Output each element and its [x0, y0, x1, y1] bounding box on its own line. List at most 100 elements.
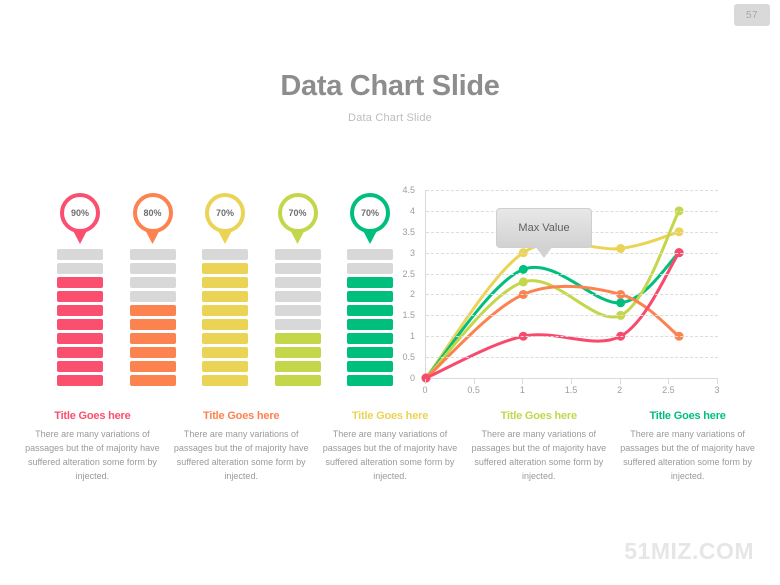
- segment-empty: [274, 249, 321, 260]
- caption-title: Title Goes here: [54, 410, 131, 422]
- y-axis-tick-label: 3.5: [402, 226, 415, 237]
- segment-filled: [274, 333, 321, 344]
- x-axis-tick-label: 1.5: [564, 385, 578, 395]
- y-axis-tick-label: 3: [409, 247, 415, 258]
- bar-meter-column: 80%: [128, 193, 178, 403]
- segment-filled: [347, 375, 393, 386]
- caption-body: There are many variations of passages bu…: [471, 429, 607, 481]
- line-chart: 0 0.5 1 1.5 2 2.5 3 3.5 4 4.5 Max Value 0 0.5 1 1.5 2…: [395, 185, 725, 400]
- chart-data-point[interactable]: [616, 243, 626, 253]
- y-axis-tick-label: 2.5: [402, 268, 415, 279]
- segment-empty: [129, 277, 176, 288]
- percentage-pin-marker: 90%: [58, 193, 102, 245]
- segment-filled: [202, 305, 248, 316]
- caption-item: Title Goes here There are many variations…: [613, 410, 762, 484]
- caption-item: Title Goes here There are many variations…: [18, 410, 167, 484]
- segment-filled: [129, 319, 176, 330]
- segment-filled: [57, 319, 103, 330]
- x-axis-tick-label: 2.5: [662, 385, 675, 395]
- segment-filled: [202, 263, 248, 274]
- caption-group: Title Goes here There are many variations…: [18, 410, 762, 484]
- segment-stack: [347, 249, 393, 386]
- chart-gridline: [426, 336, 718, 338]
- segment-filled: [57, 361, 103, 372]
- pin-percentage-label: 80%: [132, 193, 173, 233]
- max-value-tooltip-label: Max Value: [518, 222, 570, 234]
- segment-empty: [57, 249, 103, 260]
- y-axis-tick-label: 4.5: [402, 185, 415, 195]
- segment-filled: [57, 347, 103, 358]
- segment-filled: [347, 277, 393, 288]
- segment-filled: [129, 361, 176, 372]
- segment-filled: [202, 375, 248, 386]
- watermark: 51MIZ.COM: [624, 538, 754, 564]
- segment-empty: [274, 291, 321, 302]
- segment-filled: [57, 375, 103, 386]
- segment-empty: [129, 263, 176, 274]
- chart-data-point[interactable]: [518, 264, 528, 274]
- page-title: Data Chart Slide: [280, 70, 500, 102]
- chart-data-point[interactable]: [421, 373, 431, 383]
- caption-item: Title Goes here There are many variations…: [464, 410, 613, 484]
- segment-filled: [57, 333, 103, 344]
- chart-y-axis: 0 0.5 1 1.5 2 2.5 3 3.5 4 4.5: [395, 185, 419, 383]
- segment-filled: [202, 291, 248, 302]
- segment-filled: [129, 305, 176, 316]
- bar-meter-group: 90% 80% 70% 70% 70%: [55, 193, 395, 403]
- bar-meter-column: 70%: [200, 193, 250, 403]
- segment-filled: [347, 305, 393, 316]
- x-axis-tick-mark: [717, 379, 718, 384]
- segment-empty: [274, 263, 321, 274]
- segment-empty: [202, 249, 248, 260]
- x-axis-tick-label: 1: [519, 385, 525, 395]
- percentage-pin-marker: 70%: [348, 193, 392, 245]
- segment-filled: [274, 361, 321, 372]
- segment-empty: [129, 249, 176, 260]
- segment-empty: [347, 249, 393, 260]
- pin-percentage-label: 70%: [277, 193, 318, 233]
- segment-empty: [274, 277, 321, 288]
- x-axis-tick-label: 2: [617, 385, 623, 395]
- page-number-badge: 57: [734, 4, 770, 26]
- chart-gridline: [426, 273, 718, 275]
- segment-filled: [202, 361, 248, 372]
- segment-empty: [347, 263, 393, 274]
- chart-plot-area: Max Value: [421, 190, 718, 383]
- caption-item: Title Goes here There are many variations…: [167, 410, 316, 484]
- segment-filled: [347, 319, 393, 330]
- caption-body: There are many variations of passages bu…: [620, 429, 755, 481]
- percentage-pin-marker: 80%: [131, 193, 175, 245]
- percentage-pin-marker: 70%: [276, 193, 320, 245]
- x-axis-tick-mark: [571, 379, 572, 384]
- caption-body: There are many variations of passages bu…: [322, 429, 458, 481]
- segment-stack: [274, 249, 321, 386]
- y-axis-tick-label: 2: [409, 289, 415, 300]
- caption-body: There are many variations of passages bu…: [173, 429, 309, 481]
- chart-data-point[interactable]: [518, 277, 528, 287]
- max-value-tooltip: Max Value: [496, 208, 592, 258]
- caption-title: Title Goes here: [203, 410, 280, 422]
- x-axis-tick-mark: [619, 379, 621, 384]
- segment-stack: [129, 249, 176, 386]
- chart-x-axis: 0 0.5 1 1.5 2 2.5 3: [422, 379, 720, 399]
- segment-filled: [347, 361, 393, 372]
- chart-gridline: [426, 315, 718, 317]
- x-axis-tick-mark: [668, 379, 670, 384]
- segment-filled: [129, 347, 176, 358]
- segment-filled: [347, 333, 393, 344]
- chart-gridline: [426, 294, 718, 296]
- segment-filled: [274, 375, 321, 386]
- chart-gridline: [426, 357, 718, 359]
- title-block: Data Chart Slide Data Chart Slide: [0, 70, 780, 125]
- x-axis-tick-label: 0.5: [467, 385, 480, 395]
- segment-filled: [347, 291, 393, 302]
- bar-meter-column: 70%: [273, 193, 323, 403]
- segment-filled: [202, 333, 248, 344]
- segment-empty: [57, 263, 103, 274]
- page-subtitle: Data Chart Slide: [348, 112, 432, 124]
- x-axis-tick-mark: [473, 379, 475, 384]
- segment-filled: [57, 305, 103, 316]
- segment-empty: [274, 305, 321, 316]
- chart-data-point[interactable]: [616, 298, 626, 308]
- segment-filled: [274, 347, 321, 358]
